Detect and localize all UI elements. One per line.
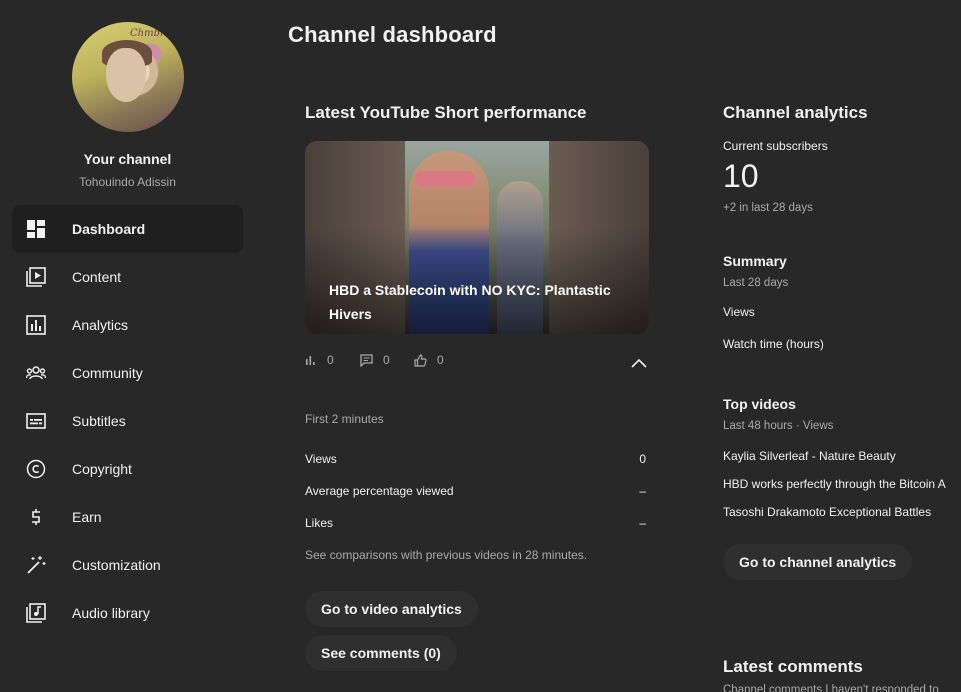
sidebar-item-label: Community: [72, 365, 143, 381]
sidebar-item-label: Analytics: [72, 317, 129, 333]
sidebar-item-label: Copyright: [72, 461, 132, 477]
page-title: Channel dashboard: [288, 22, 497, 47]
views-stat: 0: [305, 353, 334, 367]
sidebar-nav: Dashboard Content Analytics Community Su…: [12, 205, 243, 637]
sidebar-item-label: Customization: [72, 557, 161, 573]
summary-watch-time-label: Watch time (hours): [723, 337, 824, 351]
metric-views-value: 0: [639, 452, 646, 466]
bar-chart-icon: [306, 356, 315, 365]
short-stats-row: 0 0 0: [305, 353, 649, 373]
top-videos-title: Top videos: [723, 396, 796, 412]
subtitles-icon: [26, 411, 46, 431]
sidebar-item-subtitles[interactable]: Subtitles: [12, 397, 243, 445]
subscribers-value: 10: [723, 158, 759, 194]
magic-wand-icon: [26, 555, 46, 575]
metric-likes-label: Likes: [305, 516, 334, 530]
see-comments-button[interactable]: See comments (0): [305, 635, 457, 671]
content-icon: [26, 267, 46, 287]
likes-stat: 0: [414, 353, 444, 367]
sidebar-item-earn[interactable]: Earn: [12, 493, 243, 541]
thumbs-up-icon: [414, 353, 427, 367]
avatar-signature: Chmbra: [130, 28, 171, 39]
analytics-icon: [26, 315, 46, 335]
sidebar-item-analytics[interactable]: Analytics: [12, 301, 243, 349]
summary-views-label: Views: [723, 305, 755, 319]
sidebar-item-copyright[interactable]: Copyright: [12, 445, 243, 493]
comments-stat: 0: [360, 353, 390, 367]
short-thumbnail[interactable]: HBD a Stablecoin with NO KYC: Plantastic…: [305, 141, 649, 334]
sidebar-item-community[interactable]: Community: [12, 349, 243, 397]
latest-comments-title: Latest comments: [723, 657, 863, 676]
metric-avg-viewed-value: –: [639, 484, 646, 498]
channel-analytics-card: Channel analytics Current subscribers 10…: [723, 0, 961, 692]
views-count: 0: [327, 353, 334, 367]
sidebar-item-label: Content: [72, 269, 122, 285]
top-videos-period: Last 48 hours · Views: [723, 420, 834, 432]
metric-views-label: Views: [305, 452, 337, 466]
comments-count: 0: [383, 353, 390, 367]
channel-name: Tohouindo Adissin: [79, 175, 176, 189]
sidebar-item-label: Audio library: [72, 605, 150, 621]
sidebar: Chmbra Your channel Tohouindo Adissin Da…: [0, 0, 255, 692]
likes-count: 0: [437, 353, 444, 367]
comparison-note: See comparisons with previous videos in …: [305, 548, 588, 562]
community-icon: [26, 363, 46, 383]
sidebar-item-label: Subtitles: [72, 413, 126, 429]
sidebar-item-dashboard[interactable]: Dashboard: [12, 205, 243, 253]
sidebar-item-audio-library[interactable]: Audio library: [12, 589, 243, 637]
top-video-item[interactable]: Tasoshi Drakamoto Exceptional Battles: [723, 505, 931, 519]
sidebar-item-content[interactable]: Content: [12, 253, 243, 301]
sidebar-item-label: Dashboard: [72, 221, 146, 237]
sidebar-item-customization[interactable]: Customization: [12, 541, 243, 589]
analytics-card-title: Channel analytics: [723, 103, 868, 122]
copyright-icon: [26, 459, 46, 479]
collapse-chevron-icon[interactable]: [627, 353, 651, 373]
metric-avg-viewed-label: Average percentage viewed: [305, 484, 454, 498]
avatar-face: [106, 48, 146, 102]
sidebar-item-label: Earn: [72, 509, 102, 525]
period-label: First 2 minutes: [305, 412, 384, 426]
go-to-video-analytics-button[interactable]: Go to video analytics: [305, 591, 478, 627]
subscribers-change: +2 in last 28 days: [723, 202, 813, 214]
dashboard-icon: [26, 219, 46, 239]
channel-title: Your channel: [83, 151, 172, 167]
top-video-item[interactable]: Kaylia Silverleaf - Nature Beauty: [723, 449, 896, 463]
summary-title: Summary: [723, 253, 787, 269]
metric-likes-value: –: [639, 516, 646, 530]
short-card-title: Latest YouTube Short performance: [305, 103, 587, 122]
short-video-title[interactable]: HBD a Stablecoin with NO KYC: Plantastic…: [329, 278, 629, 326]
subscribers-label: Current subscribers: [723, 139, 828, 153]
summary-period: Last 28 days: [723, 277, 789, 289]
latest-comments-subtitle: Channel comments I haven't responded to: [723, 684, 939, 692]
audio-library-icon: [26, 603, 46, 623]
channel-avatar[interactable]: Chmbra: [72, 22, 184, 132]
comment-icon: [360, 353, 373, 367]
earn-icon: [26, 507, 46, 527]
top-video-item[interactable]: HBD works perfectly through the Bitcoin …: [723, 477, 946, 491]
go-to-channel-analytics-button[interactable]: Go to channel analytics: [723, 544, 913, 580]
